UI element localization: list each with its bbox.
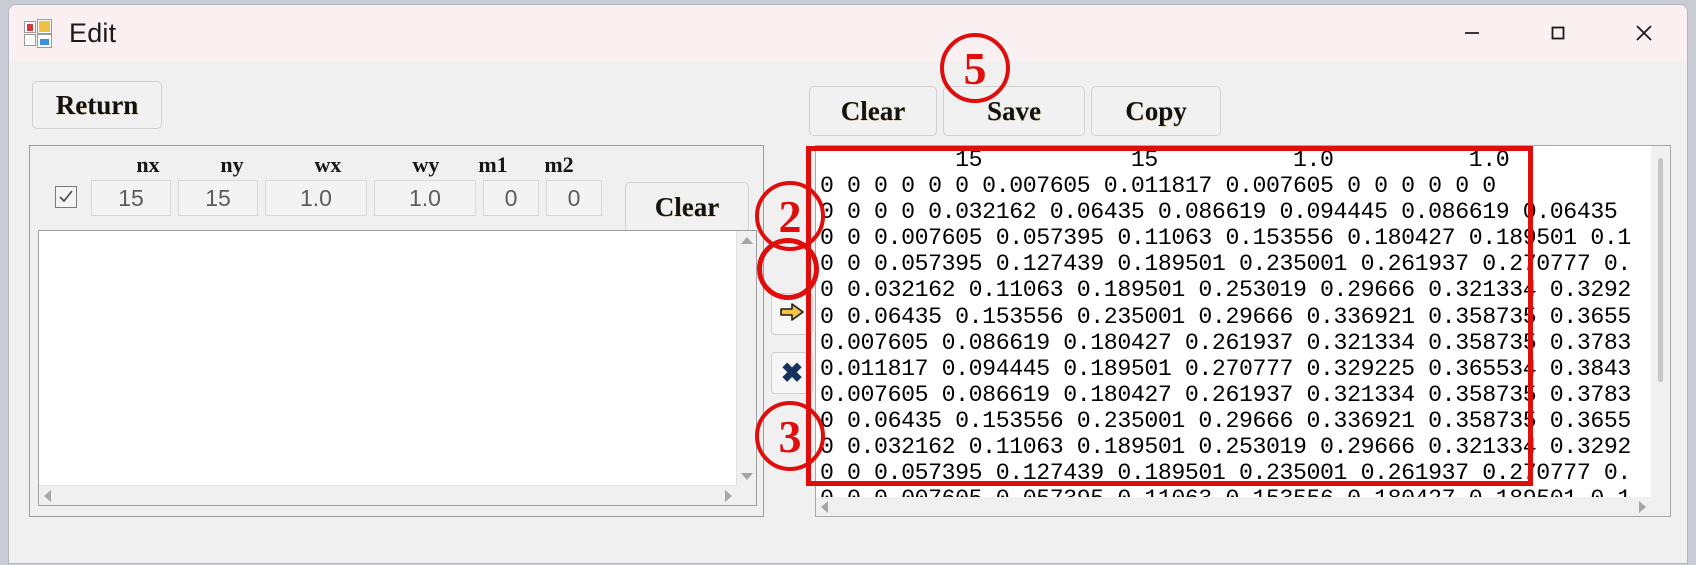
scroll-down-icon[interactable] bbox=[741, 473, 753, 480]
column-header-m1: m1 bbox=[478, 152, 508, 177]
title-bar: Edit bbox=[9, 5, 1687, 61]
scroll-right-icon[interactable] bbox=[725, 490, 732, 502]
maximize-icon bbox=[1547, 22, 1569, 44]
close-icon bbox=[1632, 21, 1656, 45]
output-horizontal-scrollbar[interactable] bbox=[816, 497, 1651, 516]
minimize-icon bbox=[1461, 22, 1483, 44]
window-controls bbox=[1429, 5, 1687, 61]
output-text-content: 15 15 1.0 1.0 0 0 0 0 0 0 0 0 0.007605 0… bbox=[820, 147, 1631, 497]
output-scroll-left-icon[interactable] bbox=[821, 501, 828, 513]
enable-checkbox[interactable] bbox=[55, 186, 77, 208]
close-button[interactable] bbox=[1601, 5, 1687, 61]
application-window: Edit Return Clear Save Copy nx ny wx wy … bbox=[8, 4, 1688, 564]
column-header-wx: wx bbox=[314, 152, 342, 177]
output-scroll-right-icon[interactable] bbox=[1639, 501, 1646, 513]
input-listbox-vertical-scrollbar[interactable] bbox=[736, 231, 756, 486]
output-vertical-scroll-thumb[interactable] bbox=[1658, 158, 1663, 382]
clear-parameters-button[interactable]: Clear bbox=[625, 182, 749, 232]
delete-button[interactable]: ✖ bbox=[771, 352, 813, 394]
input-listbox-content[interactable] bbox=[39, 231, 737, 486]
output-scrollbar-corner bbox=[1651, 497, 1670, 516]
screenshot-root: Edit Return Clear Save Copy nx ny wx wy … bbox=[0, 0, 1696, 565]
wx-input[interactable]: 1.0 bbox=[265, 180, 367, 216]
check-icon bbox=[59, 190, 73, 203]
output-vertical-scrollbar[interactable] bbox=[1651, 146, 1670, 497]
input-listbox[interactable] bbox=[38, 230, 757, 506]
parameters-panel: nx ny wx wy m1 m2 15 15 1.0 1.0 0 0 Clea… bbox=[29, 145, 764, 517]
output-textarea[interactable]: 15 15 1.0 1.0 0 0 0 0 0 0 0 0 0.007605 0… bbox=[816, 146, 1651, 497]
wy-input[interactable]: 1.0 bbox=[374, 180, 476, 216]
scroll-up-icon[interactable] bbox=[741, 237, 753, 244]
output-text-panel: 15 15 1.0 1.0 0 0 0 0 0 0 0 0 0.007605 0… bbox=[815, 145, 1671, 517]
copy-button[interactable]: Copy bbox=[1091, 86, 1221, 136]
return-button[interactable]: Return bbox=[32, 81, 162, 129]
parameter-value-row: 15 15 1.0 1.0 0 0 Clear bbox=[30, 180, 763, 232]
nx-input[interactable]: 15 bbox=[91, 180, 171, 216]
parameter-header-row: nx ny wx wy m1 m2 bbox=[30, 152, 763, 178]
column-header-nx: nx bbox=[136, 152, 160, 177]
column-header-m2: m2 bbox=[544, 152, 574, 177]
save-button[interactable]: Save bbox=[943, 86, 1085, 136]
scrollbar-corner bbox=[737, 486, 756, 505]
m2-input[interactable]: 0 bbox=[546, 180, 602, 216]
column-header-wy: wy bbox=[412, 152, 440, 177]
maximize-button[interactable] bbox=[1515, 5, 1601, 61]
column-header-ny: ny bbox=[220, 152, 244, 177]
winforms-designer-icon bbox=[23, 18, 53, 48]
ny-input[interactable]: 15 bbox=[178, 180, 258, 216]
x-icon: ✖ bbox=[780, 357, 804, 388]
m1-input[interactable]: 0 bbox=[483, 180, 539, 216]
input-listbox-horizontal-scrollbar[interactable] bbox=[39, 485, 737, 505]
scroll-left-icon[interactable] bbox=[44, 490, 51, 502]
clear-output-button[interactable]: Clear bbox=[809, 86, 937, 136]
window-title: Edit bbox=[69, 17, 117, 48]
right-arrow-icon bbox=[779, 301, 805, 328]
minimize-button[interactable] bbox=[1429, 5, 1515, 61]
transfer-right-button[interactable] bbox=[771, 293, 813, 335]
client-area: Return Clear Save Copy nx ny wx wy m1 m2 bbox=[9, 61, 1687, 563]
